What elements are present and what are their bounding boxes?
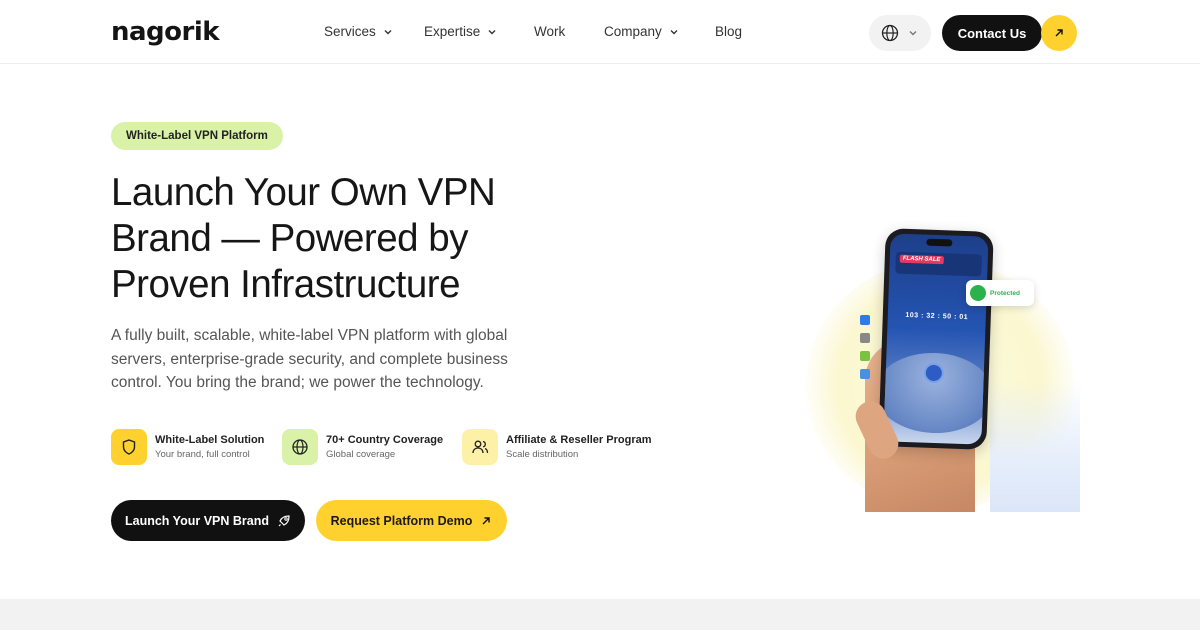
hero-phone-illustration: FLASH SALE 103 : 32 : 50 : 01 Protected (760, 180, 1080, 512)
shield-check-icon (970, 285, 986, 301)
feature-affiliate-program: Affiliate & Reseller Program Scale distr… (462, 429, 652, 465)
feature-white-label: White-Label Solution Your brand, full co… (111, 429, 264, 465)
nav-expertise-label: Expertise (424, 24, 481, 39)
chevron-down-icon (670, 29, 678, 34)
feature-icon-box (462, 429, 498, 465)
platform-icons (860, 315, 872, 379)
shield-icon (122, 439, 136, 455)
nav-company[interactable]: Company (604, 24, 680, 39)
connection-timer: 103 : 32 : 50 : 01 (905, 311, 969, 322)
globe-icon (292, 439, 308, 455)
site-header: nagorik Services Expertise Work Company … (0, 0, 1200, 64)
logo-text: nagorik (111, 17, 220, 47)
phone-screen: FLASH SALE 103 : 32 : 50 : 01 (883, 233, 989, 445)
phone-notch (926, 238, 953, 247)
feature-country-coverage: 70+ Country Coverage Global coverage (282, 429, 443, 465)
hero-title: Launch Your Own VPN Brand — Powered by P… (111, 171, 496, 306)
feature-title: White-Label Solution (155, 434, 265, 446)
apple-icon (860, 333, 870, 343)
chevron-down-icon (384, 29, 392, 34)
arrow-up-right-icon (482, 516, 491, 524)
nav-company-label: Company (604, 24, 662, 39)
nav-services[interactable]: Services (324, 24, 394, 39)
chevron-down-icon (488, 29, 496, 34)
android-icon (860, 351, 870, 361)
users-icon (472, 440, 489, 454)
next-section-edge (0, 599, 1200, 630)
feature-subtitle: Scale distribution (506, 449, 579, 460)
flash-sale-tag: FLASH SALE (899, 254, 944, 265)
nav-blog[interactable]: Blog (715, 24, 742, 39)
launch-vpn-brand-button[interactable]: Launch Your VPN Brand (111, 500, 305, 541)
background-wash (990, 380, 1080, 512)
hero-badge: White-Label VPN Platform (111, 122, 283, 150)
nav-work[interactable]: Work (534, 24, 565, 39)
nav-work-label: Work (534, 24, 566, 39)
feature-subtitle: Your brand, full control (155, 449, 250, 460)
feature-title: Affiliate & Reseller Program (506, 434, 652, 446)
protected-status-card: Protected (966, 280, 1034, 306)
feature-title: 70+ Country Coverage (326, 434, 444, 446)
contact-button[interactable]: Contact Us (942, 15, 1042, 51)
arrow-up-right-icon (1055, 29, 1063, 37)
chevron-down-icon (909, 31, 917, 36)
windows-icon (860, 315, 870, 325)
flash-sale-banner: FLASH SALE (895, 251, 982, 277)
feature-icon-box (282, 429, 318, 465)
launch-vpn-brand-label: Launch Your VPN Brand (124, 513, 269, 528)
rocket-icon (278, 514, 290, 526)
nav-blog-label: Blog (715, 24, 743, 39)
hero-badge-label: White-Label VPN Platform (126, 130, 268, 142)
protected-status-text: Protected (990, 289, 1020, 297)
feature-icon-box (111, 429, 147, 465)
finder-icon (860, 369, 870, 379)
language-selector[interactable] (869, 15, 931, 51)
feature-subtitle: Global coverage (326, 449, 396, 460)
contact-button-label: Contact Us (957, 25, 1027, 41)
hero-description: A fully built, scalable, white-label VPN… (111, 327, 508, 391)
request-demo-button[interactable]: Request Platform Demo (316, 500, 507, 541)
phone-mockup: FLASH SALE 103 : 32 : 50 : 01 (878, 228, 994, 450)
nav-services-label: Services (324, 24, 376, 39)
request-demo-label: Request Platform Demo (330, 513, 473, 528)
logo[interactable]: nagorik (111, 17, 220, 47)
globe-icon (881, 24, 899, 42)
contact-arrow-button[interactable] (1041, 15, 1077, 51)
nav-expertise[interactable]: Expertise (424, 24, 498, 39)
